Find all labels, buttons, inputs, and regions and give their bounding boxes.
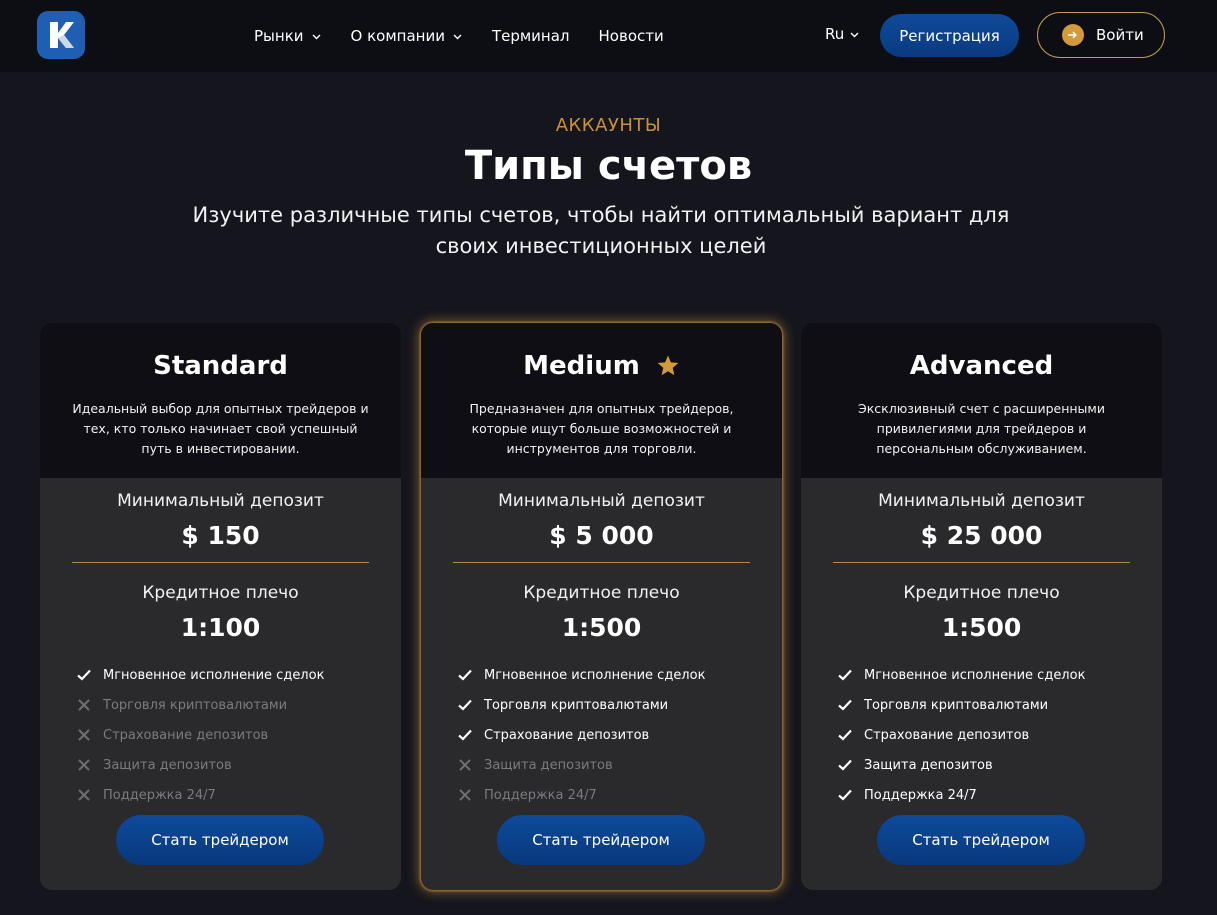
become-trader-button[interactable]: Стать трейдером: [116, 815, 324, 865]
chevron-down-icon: [453, 34, 462, 39]
leverage-value: 1:100: [180, 613, 261, 642]
plan-card-medium: Medium Предназначен для опытных трейдеро…: [421, 323, 782, 890]
chevron-down-icon: [312, 34, 321, 39]
divider: [833, 562, 1130, 563]
chevron-down-icon: [850, 32, 859, 37]
check-icon: [838, 729, 852, 741]
deposit-value: $ 150: [181, 521, 260, 550]
feature-item: Страхование депозитов: [837, 720, 1137, 750]
leverage-value: 1:500: [561, 613, 642, 642]
section-eyebrow: АККАУНТЫ: [555, 115, 662, 136]
page-subtitle: Изучите различные типы счетов, чтобы най…: [180, 200, 1022, 262]
plan-description: Идеальный выбор для опытных трейдеров и …: [72, 401, 369, 456]
page-title: Типы счетов: [464, 143, 753, 189]
feature-item: Страхование депозитов: [76, 720, 376, 750]
login-label: Войти: [1096, 26, 1144, 44]
feature-item: Мгновенное исполнение сделок: [76, 660, 376, 690]
check-icon: [838, 789, 852, 801]
deposit-value: $ 25 000: [920, 521, 1043, 550]
login-arrow-icon: [1062, 24, 1084, 46]
language-label: Ru: [825, 25, 845, 43]
cross-icon: [459, 789, 471, 801]
feature-item: Торговля криптовалютами: [76, 690, 376, 720]
leverage-label: Кредитное плечо: [523, 583, 680, 603]
feature-list: Мгновенное исполнение сделок Торговля кр…: [457, 660, 757, 810]
feature-item: Защита депозитов: [837, 750, 1137, 780]
check-icon: [838, 759, 852, 771]
plan-card-header: Advanced Эксклюзивный счет с расширенным…: [801, 323, 1162, 478]
check-icon: [838, 669, 852, 681]
register-button[interactable]: Регистрация: [880, 14, 1019, 57]
brand-logo[interactable]: [37, 11, 85, 59]
main-nav: Рынки О компании Терминал Новости: [254, 25, 693, 47]
nav-item-label: Новости: [598, 27, 664, 45]
leverage-label: Кредитное плечо: [142, 583, 299, 603]
feature-item: Защита депозитов: [457, 750, 757, 780]
cross-icon: [78, 759, 90, 771]
language-selector[interactable]: Ru: [825, 25, 860, 43]
feature-item: Мгновенное исполнение сделок: [837, 660, 1137, 690]
deposit-label: Минимальный депозит: [498, 491, 705, 511]
k-logo-icon: [50, 22, 74, 48]
feature-item: Защита депозитов: [76, 750, 376, 780]
divider: [72, 562, 369, 563]
star-icon: [657, 355, 679, 376]
check-icon: [458, 669, 472, 681]
plan-card-header: Standard Идеальный выбор для опытных тре…: [40, 323, 401, 478]
leverage-value: 1:500: [941, 613, 1022, 642]
nav-item-about[interactable]: О компании: [351, 25, 463, 47]
feature-item: Страхование депозитов: [457, 720, 757, 750]
check-icon: [458, 729, 472, 741]
nav-item-label: Терминал: [491, 27, 570, 45]
subtitle-line: Изучите различные типы счетов, чтобы най…: [192, 203, 1010, 227]
plan-name: Standard: [153, 351, 288, 381]
plan-name: Advanced: [909, 351, 1054, 381]
nav-item-label: О компании: [350, 27, 445, 45]
feature-item: Мгновенное исполнение сделок: [457, 660, 757, 690]
plan-card-advanced: Advanced Эксклюзивный счет с расширенным…: [801, 323, 1162, 890]
feature-item: Торговля криптовалютами: [837, 690, 1137, 720]
divider: [453, 562, 750, 563]
become-trader-button[interactable]: Стать трейдером: [877, 815, 1085, 865]
plan-card-standard: Standard Идеальный выбор для опытных тре…: [40, 323, 401, 890]
plan-card-header: Medium Предназначен для опытных трейдеро…: [421, 323, 782, 478]
login-button[interactable]: Войти: [1037, 12, 1165, 58]
site-header: Рынки О компании Терминал Новости Ru Рег…: [0, 0, 1217, 72]
feature-list: Мгновенное исполнение сделок Торговля кр…: [76, 660, 376, 810]
feature-item: Торговля криптовалютами: [457, 690, 757, 720]
check-icon: [458, 699, 472, 711]
cross-icon: [78, 789, 90, 801]
deposit-value: $ 5 000: [549, 521, 654, 550]
cross-icon: [78, 699, 90, 711]
feature-list: Мгновенное исполнение сделок Торговля кр…: [837, 660, 1137, 810]
plan-description: Эксклюзивный счет с расширенными привиле…: [858, 401, 1105, 456]
check-icon: [838, 699, 852, 711]
plan-description: Предназначен для опытных трейдеров, кото…: [469, 401, 734, 456]
nav-item-label: Рынки: [254, 27, 304, 45]
nav-item-markets[interactable]: Рынки: [254, 25, 322, 47]
cross-icon: [78, 729, 90, 741]
nav-item-terminal[interactable]: Терминал: [492, 25, 570, 47]
leverage-label: Кредитное плечо: [903, 583, 1060, 603]
deposit-label: Минимальный депозит: [117, 491, 324, 511]
become-trader-button[interactable]: Стать трейдером: [497, 815, 705, 865]
plan-name: Medium: [421, 351, 782, 381]
cross-icon: [459, 759, 471, 771]
subtitle-line: своих инвестиционных целей: [435, 234, 767, 258]
feature-item: Поддержка 24/7: [76, 780, 376, 810]
feature-item: Поддержка 24/7: [457, 780, 757, 810]
nav-item-news[interactable]: Новости: [599, 25, 664, 47]
deposit-label: Минимальный депозит: [878, 491, 1085, 511]
check-icon: [77, 669, 91, 681]
feature-item: Поддержка 24/7: [837, 780, 1137, 810]
